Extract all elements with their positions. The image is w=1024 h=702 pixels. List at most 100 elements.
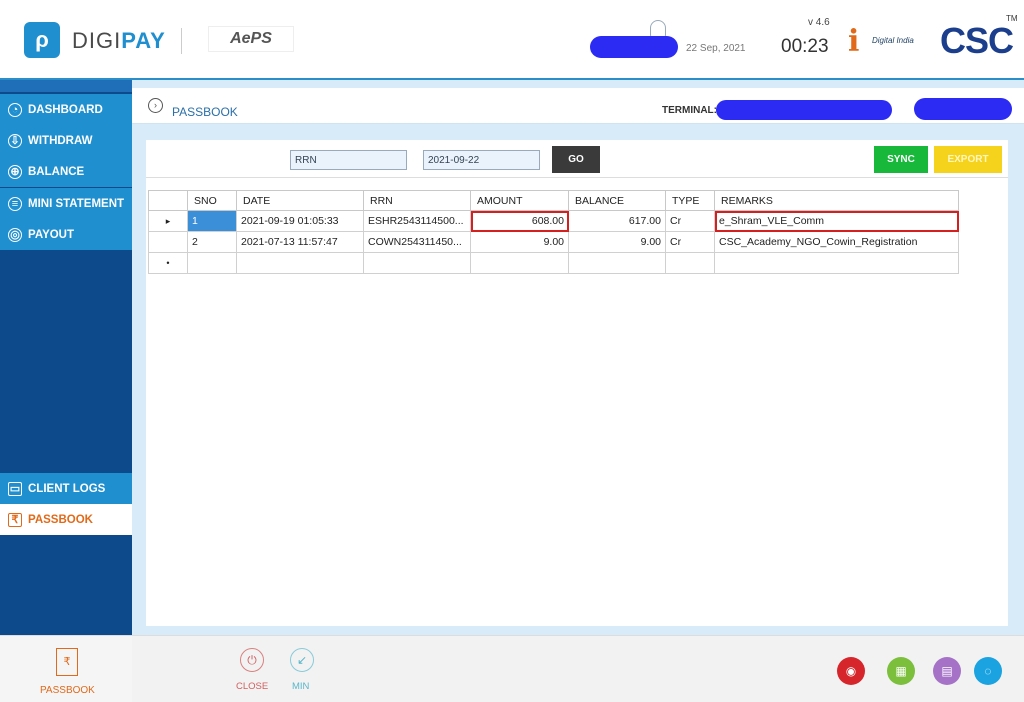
row-header-corner [148, 190, 188, 211]
cell-type[interactable]: Cr [665, 231, 715, 253]
client-logs-icon: ▭ [8, 481, 22, 496]
cell-empty[interactable] [470, 252, 569, 274]
page-titlebar: › PASSBOOK TERMINAL: [132, 88, 1024, 124]
current-row-indicator-icon: ▸ [148, 210, 188, 232]
sidebar-item-label: PAYOUT [28, 228, 75, 241]
sidebar-top-strip [0, 80, 132, 92]
passbook-icon: ₹ [56, 648, 78, 676]
support-icon[interactable]: ◌ [974, 657, 1002, 685]
cell-empty[interactable] [236, 252, 364, 274]
cell-remarks-highlighted[interactable]: e_Shram_VLE_Comm [714, 210, 959, 232]
close-label[interactable]: CLOSE [236, 681, 268, 692]
balance-icon: ⊕ [8, 164, 22, 179]
date-input[interactable] [423, 150, 540, 170]
passbook-panel: GO SYNC EXPORT SNO DATE RRN AMOUNT BALAN… [146, 140, 1008, 626]
sidebar-item-label: PASSBOOK [28, 513, 93, 526]
app-footer: ₹ PASSBOOK ⏻ CLOSE ↙ MIN ◉ ▦ ▤ ◌ [0, 635, 1024, 702]
cell-sno[interactable]: 1 [187, 210, 237, 232]
table-header-row: SNO DATE RRN AMOUNT BALANCE TYPE REMARKS [148, 190, 959, 211]
digital-india-logo: i Digital India [848, 22, 918, 59]
sidebar-item-label: WITHDRAW [28, 134, 93, 147]
withdraw-icon: ⇩ [8, 133, 22, 148]
cell-empty[interactable] [568, 252, 666, 274]
app-brand: DIGIPAY [72, 28, 166, 54]
column-header-amount[interactable]: AMOUNT [470, 190, 569, 211]
page-title: PASSBOOK [172, 105, 238, 119]
cell-remarks[interactable]: CSC_Academy_NGO_Cowin_Registration [714, 231, 959, 253]
header-date: 22 Sep, 2021 [686, 43, 746, 54]
eye-icon[interactable]: ◉ [837, 657, 865, 685]
table-new-row[interactable]: • [148, 252, 959, 274]
sidebar-item-mini-statement[interactable]: ≡ MINI STATEMENT [0, 188, 132, 219]
digipay-logo-icon: ρ [24, 22, 60, 58]
cell-empty[interactable] [363, 252, 471, 274]
sidebar-item-dashboard[interactable]: ◔ DASHBOARD [0, 94, 132, 125]
minimize-icon[interactable]: ↙ [290, 648, 314, 672]
column-header-balance[interactable]: BALANCE [568, 190, 666, 211]
redacted-terminal-extra [914, 98, 1012, 120]
main-content: › PASSBOOK TERMINAL: GO SYNC EXPORT SNO … [132, 80, 1024, 635]
app-header: ρ DIGIPAY AePS 22 Sep, 2021 v 4.6 00:23 … [0, 0, 1024, 80]
brand-digi: DIGI [72, 28, 122, 53]
dashboard-icon: ◔ [8, 102, 22, 117]
footer-passbook[interactable]: ₹ PASSBOOK [0, 636, 132, 702]
chevron-right-icon[interactable]: › [148, 98, 163, 113]
document-icon[interactable]: ▤ [933, 657, 961, 685]
export-button[interactable]: EXPORT [934, 146, 1002, 173]
sidebar-item-label: MINI STATEMENT [28, 197, 125, 210]
sidebar-item-payout[interactable]: ◎ PAYOUT [0, 219, 132, 250]
fingerprint-icon[interactable]: ▦ [887, 657, 915, 685]
sidebar-item-client-logs[interactable]: ▭ CLIENT LOGS [0, 473, 132, 504]
cell-amount[interactable]: 9.00 [470, 231, 569, 253]
remarks-text: e_Shram_VLE_Comm [719, 215, 825, 227]
cell-amount-highlighted[interactable]: 608.00 [470, 210, 569, 232]
sidebar-item-label: CLIENT LOGS [28, 482, 106, 495]
cell-empty[interactable] [187, 252, 237, 274]
sidebar-item-withdraw[interactable]: ⇩ WITHDRAW [0, 125, 132, 156]
cell-date[interactable]: 2021-09-19 01:05:33 [236, 210, 364, 232]
filter-bar: GO SYNC EXPORT [146, 140, 1008, 178]
cell-empty[interactable] [714, 252, 959, 274]
brand-divider [181, 28, 182, 54]
payout-icon: ◎ [8, 227, 22, 242]
trademark-mark: TM [1006, 14, 1018, 23]
cell-empty[interactable] [665, 252, 715, 274]
cell-sno[interactable]: 2 [187, 231, 237, 253]
sidebar-item-balance[interactable]: ⊕ BALANCE [0, 156, 132, 187]
cell-balance[interactable]: 617.00 [568, 210, 666, 232]
sidebar-item-label: DASHBOARD [28, 103, 103, 116]
footer-passbook-label: PASSBOOK [40, 685, 95, 696]
table-row[interactable]: 2 2021-07-13 11:57:47 COWN254311450... 9… [148, 231, 959, 253]
terminal-label: TERMINAL: [662, 105, 717, 116]
cell-date[interactable]: 2021-07-13 11:57:47 [236, 231, 364, 253]
brand-pay: PAY [121, 28, 166, 53]
digital-india-icon: i [848, 24, 860, 59]
column-header-rrn[interactable]: RRN [363, 190, 471, 211]
passbook-table: SNO DATE RRN AMOUNT BALANCE TYPE REMARKS… [148, 190, 959, 274]
cell-balance[interactable]: 9.00 [568, 231, 666, 253]
cell-type[interactable]: Cr [665, 210, 715, 232]
cell-rrn[interactable]: COWN254311450... [363, 231, 471, 253]
sidebar: ◔ DASHBOARD ⇩ WITHDRAW ⊕ BALANCE ≡ MINI … [0, 80, 132, 635]
column-header-date[interactable]: DATE [236, 190, 364, 211]
app-version: v 4.6 [808, 17, 830, 28]
new-row-indicator-icon: • [148, 252, 188, 274]
header-time: 00:23 [781, 36, 829, 57]
go-button[interactable]: GO [552, 146, 600, 173]
digital-india-text: Digital India [872, 36, 914, 45]
rrn-input[interactable] [290, 150, 407, 170]
aeps-logo: AePS [208, 26, 294, 52]
column-header-type[interactable]: TYPE [665, 190, 715, 211]
sidebar-item-passbook[interactable]: ₹ PASSBOOK [0, 504, 132, 535]
table-row[interactable]: ▸ 1 2021-09-19 01:05:33 ESHR2543114500..… [148, 210, 959, 232]
cell-rrn[interactable]: ESHR2543114500... [363, 210, 471, 232]
min-label[interactable]: MIN [292, 681, 309, 692]
column-header-sno[interactable]: SNO [187, 190, 237, 211]
column-header-remarks[interactable]: REMARKS [714, 190, 959, 211]
redacted-terminal-id [716, 100, 892, 120]
sync-button[interactable]: SYNC [874, 146, 928, 173]
row-header [148, 231, 188, 253]
csc-logo: CSC [940, 20, 1014, 61]
mini-statement-icon: ≡ [8, 196, 22, 211]
power-icon[interactable]: ⏻ [240, 648, 264, 672]
